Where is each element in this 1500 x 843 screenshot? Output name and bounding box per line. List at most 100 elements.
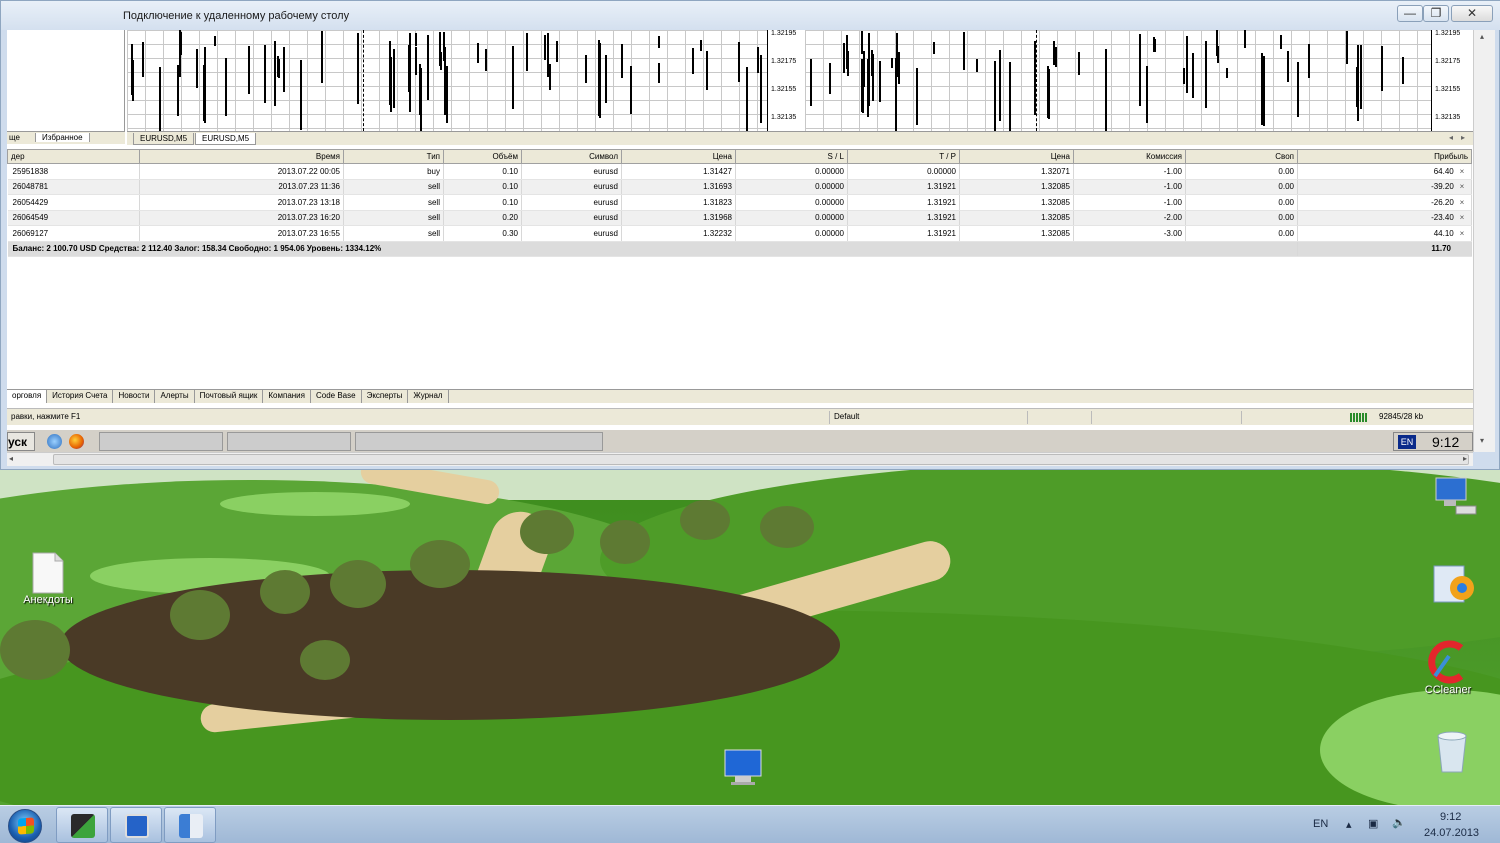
price-chart-left[interactable]: [127, 30, 767, 131]
price-chart-right[interactable]: [805, 30, 1431, 131]
price-tick: 1.32195: [771, 30, 797, 37]
candle-wick: [976, 59, 978, 72]
table-row[interactable]: 26054429 2013.07.23 13:18 sell 0.10 euru…: [7, 194, 1472, 211]
tab-news[interactable]: Новости: [113, 390, 156, 403]
cell-sl: 0.00000: [735, 194, 848, 211]
remote-task-button[interactable]: [355, 432, 603, 451]
taskbar-app-remote-desktop[interactable]: [110, 807, 162, 843]
chart-tab-eurusd-2[interactable]: EURUSD,M5: [195, 133, 257, 145]
tab-mailbox[interactable]: Почтовый ящик: [195, 390, 264, 403]
cell-symbol: eurusd: [521, 179, 622, 195]
taskbar-app-fx[interactable]: [56, 807, 108, 843]
candle-wick: [415, 47, 417, 75]
horizontal-scrollbar[interactable]: ◂ ▸: [7, 452, 1473, 466]
tab-trade[interactable]: орговля: [7, 390, 48, 403]
scroll-up-icon[interactable]: ▴: [1480, 32, 1484, 41]
col-tp[interactable]: T / P: [847, 149, 960, 164]
col-volume[interactable]: Объём: [443, 149, 522, 164]
col-symbol[interactable]: Символ: [521, 149, 622, 164]
candle-wick: [829, 63, 831, 94]
taskbar-app-explorer[interactable]: [164, 807, 216, 843]
col-type[interactable]: Тип: [343, 149, 444, 164]
scroll-left-icon[interactable]: ◂: [9, 454, 13, 463]
close-order-icon[interactable]: ×: [1456, 213, 1468, 222]
nav-tab-favorites[interactable]: Избранное: [35, 133, 90, 142]
minimize-button[interactable]: —: [1397, 5, 1423, 22]
start-button[interactable]: [8, 809, 42, 843]
remote-task-button[interactable]: [227, 432, 351, 451]
vertical-scrollbar[interactable]: ▴ ▾: [1473, 30, 1495, 452]
table-row[interactable]: 26064549 2013.07.23 16:20 sell 0.20 euru…: [7, 210, 1472, 226]
candle-wick: [1357, 45, 1359, 121]
window-titlebar[interactable]: Подключение к удаленному рабочему столу …: [1, 1, 1500, 30]
fx-app-icon: [71, 814, 95, 838]
tab-company[interactable]: Компания: [263, 390, 311, 403]
chart-tab-eurusd-1[interactable]: EURUSD,M5: [133, 133, 195, 145]
col-price[interactable]: Цена: [621, 149, 736, 164]
candle-wick: [439, 32, 441, 66]
taskbar-date[interactable]: 24.07.2013: [1424, 827, 1479, 843]
desktop-icon-control-panel[interactable]: [1428, 562, 1478, 608]
col-time[interactable]: Время: [139, 149, 344, 164]
remote-clock: 9:12: [1432, 434, 1460, 450]
col-order[interactable]: дер: [7, 149, 140, 164]
col-profit[interactable]: Прибыль: [1297, 149, 1472, 164]
firefox-icon[interactable]: [69, 434, 84, 449]
scroll-down-icon[interactable]: ▾: [1480, 436, 1484, 445]
candle-wick: [1287, 51, 1289, 82]
tab-journal[interactable]: Журнал: [408, 390, 449, 403]
connection-indicator-icon: [1350, 413, 1368, 422]
nav-tab-common[interactable]: ще: [9, 133, 20, 142]
close-button[interactable]: ✕: [1451, 5, 1493, 22]
desktop-icon-recycle-bin[interactable]: [1432, 728, 1472, 774]
book-icon: [179, 814, 203, 838]
candle-wick: [1055, 47, 1057, 67]
close-order-icon[interactable]: ×: [1456, 182, 1468, 191]
tab-scroll-right-icon[interactable]: ▸: [1461, 133, 1465, 142]
candle-wick: [692, 48, 694, 74]
table-row[interactable]: 26048781 2013.07.23 11:36 sell 0.10 euru…: [7, 179, 1472, 195]
table-row[interactable]: 25951838 2013.07.22 00:05 buy 0.10 eurus…: [7, 163, 1472, 180]
volume-tray-icon[interactable]: 🔈: [1392, 816, 1406, 843]
restore-button[interactable]: ❐: [1423, 5, 1449, 22]
cell-commission: -1.00: [1073, 194, 1186, 211]
desktop-icon-remote[interactable]: [720, 748, 766, 788]
candle-wick: [408, 45, 410, 92]
col-swap[interactable]: Своп: [1185, 149, 1298, 164]
tab-scroll-left-icon[interactable]: ◂: [1449, 133, 1453, 142]
col-commission[interactable]: Комиссия: [1073, 149, 1186, 164]
desktop-icon-jokes[interactable]: Анекдоты: [18, 552, 78, 606]
candle-wick: [225, 58, 227, 116]
remote-start-button[interactable]: уск: [7, 432, 35, 451]
candle-wick: [549, 64, 551, 90]
desktop-icon-ccleaner[interactable]: CCleaner: [1418, 640, 1478, 696]
close-order-icon[interactable]: ×: [1456, 198, 1468, 207]
tab-experts[interactable]: Эксперты: [362, 390, 409, 403]
cell-volume: 0.10: [443, 194, 522, 211]
tab-alerts[interactable]: Алерты: [155, 390, 195, 403]
desktop-icon-network[interactable]: [1428, 476, 1480, 520]
status-segment: [1027, 411, 1091, 424]
col-sl[interactable]: S / L: [735, 149, 848, 164]
profit-value: 64.40: [1433, 166, 1454, 176]
cell-time: 2013.07.23 13:18: [139, 194, 344, 211]
candle-wick: [999, 50, 1001, 121]
candle-wick: [1297, 62, 1299, 117]
table-row[interactable]: 26069127 2013.07.23 16:55 sell 0.30 euru…: [7, 225, 1472, 242]
candle-wick: [1139, 34, 1141, 106]
close-order-icon[interactable]: ×: [1456, 167, 1468, 176]
cell-volume: 0.20: [443, 210, 522, 226]
tab-account-history[interactable]: История Счета: [47, 390, 114, 403]
col-cur-price[interactable]: Цена: [959, 149, 1074, 164]
tab-code-base[interactable]: Code Base: [311, 390, 362, 403]
scroll-thumb[interactable]: [53, 454, 1469, 465]
scroll-right-icon[interactable]: ▸: [1463, 454, 1467, 463]
show-hidden-icons-icon[interactable]: ▴: [1346, 818, 1352, 843]
browser-icon[interactable]: [47, 434, 62, 449]
candle-wick: [544, 35, 546, 60]
language-indicator[interactable]: EN: [1398, 435, 1416, 449]
network-tray-icon[interactable]: ▣: [1368, 817, 1378, 843]
close-order-icon[interactable]: ×: [1456, 229, 1468, 238]
taskbar-language[interactable]: EN: [1313, 818, 1328, 843]
remote-task-button[interactable]: [99, 432, 223, 451]
